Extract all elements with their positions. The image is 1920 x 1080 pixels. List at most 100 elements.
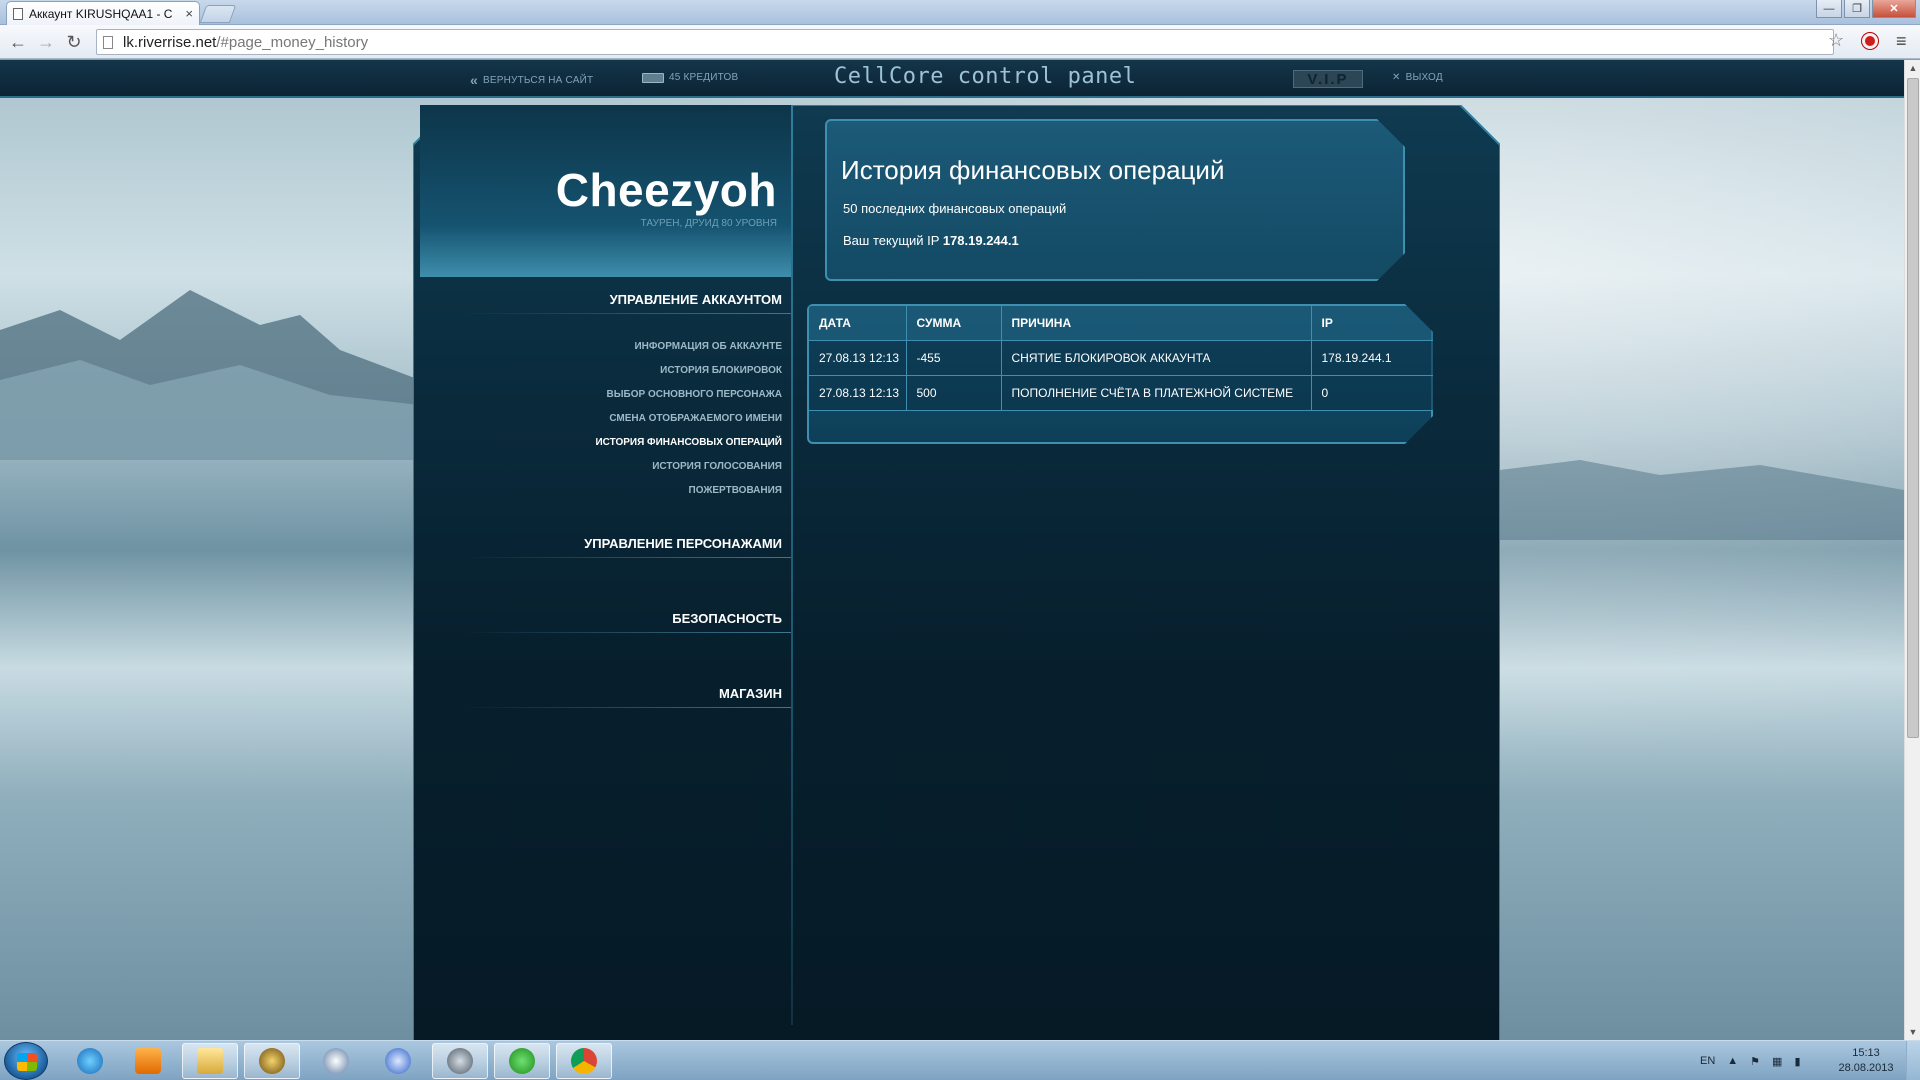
sidebar-divider [791, 105, 793, 1025]
system-tray: EN ▲ ⚑ ▦ ▮ [1700, 1041, 1801, 1080]
cell-ip: 0 [1311, 375, 1433, 411]
logout-label: ВЫХОД [1405, 72, 1443, 83]
scrollbar-thumb[interactable] [1907, 78, 1919, 738]
chrome-icon[interactable] [556, 1043, 612, 1079]
current-ip: Ваш текущий IP 178.19.244.1 [843, 233, 1019, 248]
media-player-icon[interactable] [120, 1043, 176, 1079]
forward-arrow-icon[interactable]: → [34, 30, 58, 54]
column-header-amount: СУММА [906, 306, 1002, 341]
utorrent-icon[interactable] [494, 1043, 550, 1079]
logout-x-icon: ✕ [1392, 72, 1401, 83]
credit-card-icon [642, 72, 664, 83]
sidebar-item-main-character[interactable]: ВЫБОР ОСНОВНОГО ПЕРСОНАЖА [607, 389, 782, 400]
character-subtitle: ТАУРЕН, ДРУИД 80 УРОВНЯ [640, 218, 777, 229]
new-tab-button[interactable] [199, 5, 237, 23]
cell-amount: 500 [906, 375, 1002, 411]
sidebar-item-vote-history[interactable]: ИСТОРИЯ ГОЛОСОВАНИЯ [652, 461, 782, 472]
browser-toolbar: ← → ↻ lk.riverrise.net/#page_money_histo… [0, 25, 1920, 59]
site-topbar: « ВЕРНУТЬСЯ НА САЙТ 45 КРЕДИТОВ CellCore… [0, 60, 1904, 98]
browser-tab[interactable]: Аккаунт KIRUSHQAA1 - C × [6, 1, 200, 25]
sidebar-item-account-info[interactable]: ИНФОРМАЦИЯ ОБ АККАУНТЕ [634, 341, 782, 352]
cell-date: 27.08.13 12:13 [809, 375, 907, 411]
column-header-date: ДАТА [809, 306, 907, 341]
cell-ip: 178.19.244.1 [1311, 340, 1433, 376]
show-desktop-button[interactable] [1906, 1041, 1920, 1080]
credits-indicator[interactable]: 45 КРЕДИТОВ [642, 72, 738, 83]
browser-menu-icon[interactable]: ≡ [1896, 31, 1907, 52]
character-name: Cheezyoh [555, 164, 777, 216]
section-character-management[interactable]: УПРАВЛЕНИЕ ПЕРСОНАЖАМИ [584, 536, 782, 551]
tray-flag-icon[interactable]: ⚑ [1750, 1055, 1760, 1068]
page-info-box: История финансовых операций 50 последних… [825, 119, 1405, 281]
language-indicator[interactable]: EN [1700, 1055, 1715, 1067]
table-header-row: ДАТА СУММА ПРИЧИНА IP [809, 306, 1433, 341]
vip-badge: V.I.P [1293, 70, 1363, 88]
section-shop[interactable]: МАГАЗИН [719, 686, 782, 701]
transactions-table: ДАТА СУММА ПРИЧИНА IP 27.08.13 12:13 -45… [809, 306, 1433, 411]
opera-extension-icon[interactable] [1862, 33, 1878, 49]
sidebar-item-money-history[interactable]: ИСТОРИЯ ФИНАНСОВЫХ ОПЕРАЦИЙ [595, 437, 782, 448]
windows-logo-icon [17, 1053, 37, 1071]
page-scrollbar[interactable]: ▲ ▼ [1904, 60, 1920, 1040]
email-client-icon[interactable] [370, 1043, 426, 1079]
table-row: 27.08.13 12:13 -455 СНЯТИЕ БЛОКИРОВОК АК… [809, 340, 1433, 376]
reload-icon[interactable]: ↻ [62, 30, 86, 54]
page-subtitle: 50 последних финансовых операций [843, 201, 1067, 216]
background-mountains [0, 290, 420, 460]
window-controls: — ❐ ✕ [1816, 0, 1916, 18]
scroll-down-icon[interactable]: ▼ [1905, 1024, 1920, 1040]
document-icon [13, 7, 23, 20]
section-account-management[interactable]: УПРАВЛЕНИЕ АККАУНТОМ [610, 292, 782, 307]
sidebar-item-display-name[interactable]: СМЕНА ОТОБРАЖАЕМОГО ИМЕНИ [609, 413, 782, 424]
back-to-site-link[interactable]: « ВЕРНУТЬСЯ НА САЙТ [470, 72, 593, 88]
clock[interactable]: 15:13 28.08.2013 [1836, 1046, 1896, 1076]
world-of-warcraft-icon[interactable] [244, 1043, 300, 1079]
credits-label: 45 КРЕДИТОВ [669, 72, 739, 83]
cell-reason: СНЯТИЕ БЛОКИРОВОК АККАУНТА [1001, 340, 1312, 376]
taskbar: EN ▲ ⚑ ▦ ▮ 15:13 28.08.2013 [0, 1040, 1920, 1080]
bookmark-star-icon[interactable]: ☆ [1828, 30, 1844, 51]
tray-network-icon[interactable]: ▦ [1772, 1055, 1782, 1068]
sidebar: Cheezyoh ТАУРЕН, ДРУИД 80 УРОВНЯ УПРАВЛЕ… [420, 105, 793, 1025]
cell-amount: -455 [906, 340, 1002, 376]
scroll-up-icon[interactable]: ▲ [1905, 60, 1920, 76]
tab-title: Аккаунт KIRUSHQAA1 - C [29, 6, 173, 21]
sidebar-item-donations[interactable]: ПОЖЕРТВОВАНИЯ [689, 485, 782, 496]
url-path: /#page_money_history [216, 33, 369, 51]
section-divider [460, 707, 791, 708]
tray-signal-icon[interactable]: ▮ [1794, 1055, 1800, 1068]
maximize-button[interactable]: ❐ [1844, 0, 1870, 18]
sidebar-item-ban-history[interactable]: ИСТОРИЯ БЛОКИРОВОК [660, 365, 782, 376]
window-close-button[interactable]: ✕ [1872, 0, 1916, 18]
back-arrows-icon: « [470, 72, 478, 88]
table-row: 27.08.13 12:13 500 ПОПОЛНЕНИЕ СЧЁТА В ПЛ… [809, 375, 1433, 411]
browser-titlebar: Аккаунт KIRUSHQAA1 - C × — ❐ ✕ [0, 0, 1920, 25]
background-shore [1500, 460, 1904, 540]
character-header: Cheezyoh ТАУРЕН, ДРУИД 80 УРОВНЯ [420, 105, 791, 277]
section-security[interactable]: БЕЗОПАСНОСТЬ [672, 611, 782, 626]
logout-link[interactable]: ✕ ВЫХОД [1392, 72, 1443, 83]
address-bar[interactable]: lk.riverrise.net/#page_money_history [96, 29, 1834, 55]
cell-date: 27.08.13 12:13 [809, 340, 907, 376]
url-host: lk.riverrise.net [123, 33, 217, 51]
section-divider [460, 557, 791, 558]
clock-date: 28.08.2013 [1838, 1062, 1894, 1074]
voice-chat-icon[interactable] [432, 1043, 488, 1079]
page-title: История финансовых операций [841, 155, 1225, 185]
page-icon [103, 35, 113, 49]
current-ip-value: 178.19.244.1 [942, 233, 1019, 248]
brand-title: CellCore control panel [834, 64, 1137, 89]
tab-close-icon[interactable]: × [185, 6, 193, 21]
clock-time: 15:13 [1852, 1047, 1880, 1059]
minimize-button[interactable]: — [1816, 0, 1842, 18]
column-header-reason: ПРИЧИНА [1001, 306, 1312, 341]
file-explorer-icon[interactable] [182, 1043, 238, 1079]
internet-explorer-icon[interactable] [62, 1043, 118, 1079]
current-ip-label: Ваш текущий IP [843, 233, 940, 248]
back-arrow-icon[interactable]: ← [6, 30, 30, 54]
start-button[interactable] [4, 1042, 48, 1080]
cell-reason: ПОПОЛНЕНИЕ СЧЁТА В ПЛАТЕЖНОЙ СИСТЕМЕ [1001, 375, 1312, 411]
transactions-table-box: ДАТА СУММА ПРИЧИНА IP 27.08.13 12:13 -45… [807, 304, 1433, 444]
tray-expand-icon[interactable]: ▲ [1727, 1055, 1738, 1067]
chat-app-icon[interactable] [308, 1043, 364, 1079]
